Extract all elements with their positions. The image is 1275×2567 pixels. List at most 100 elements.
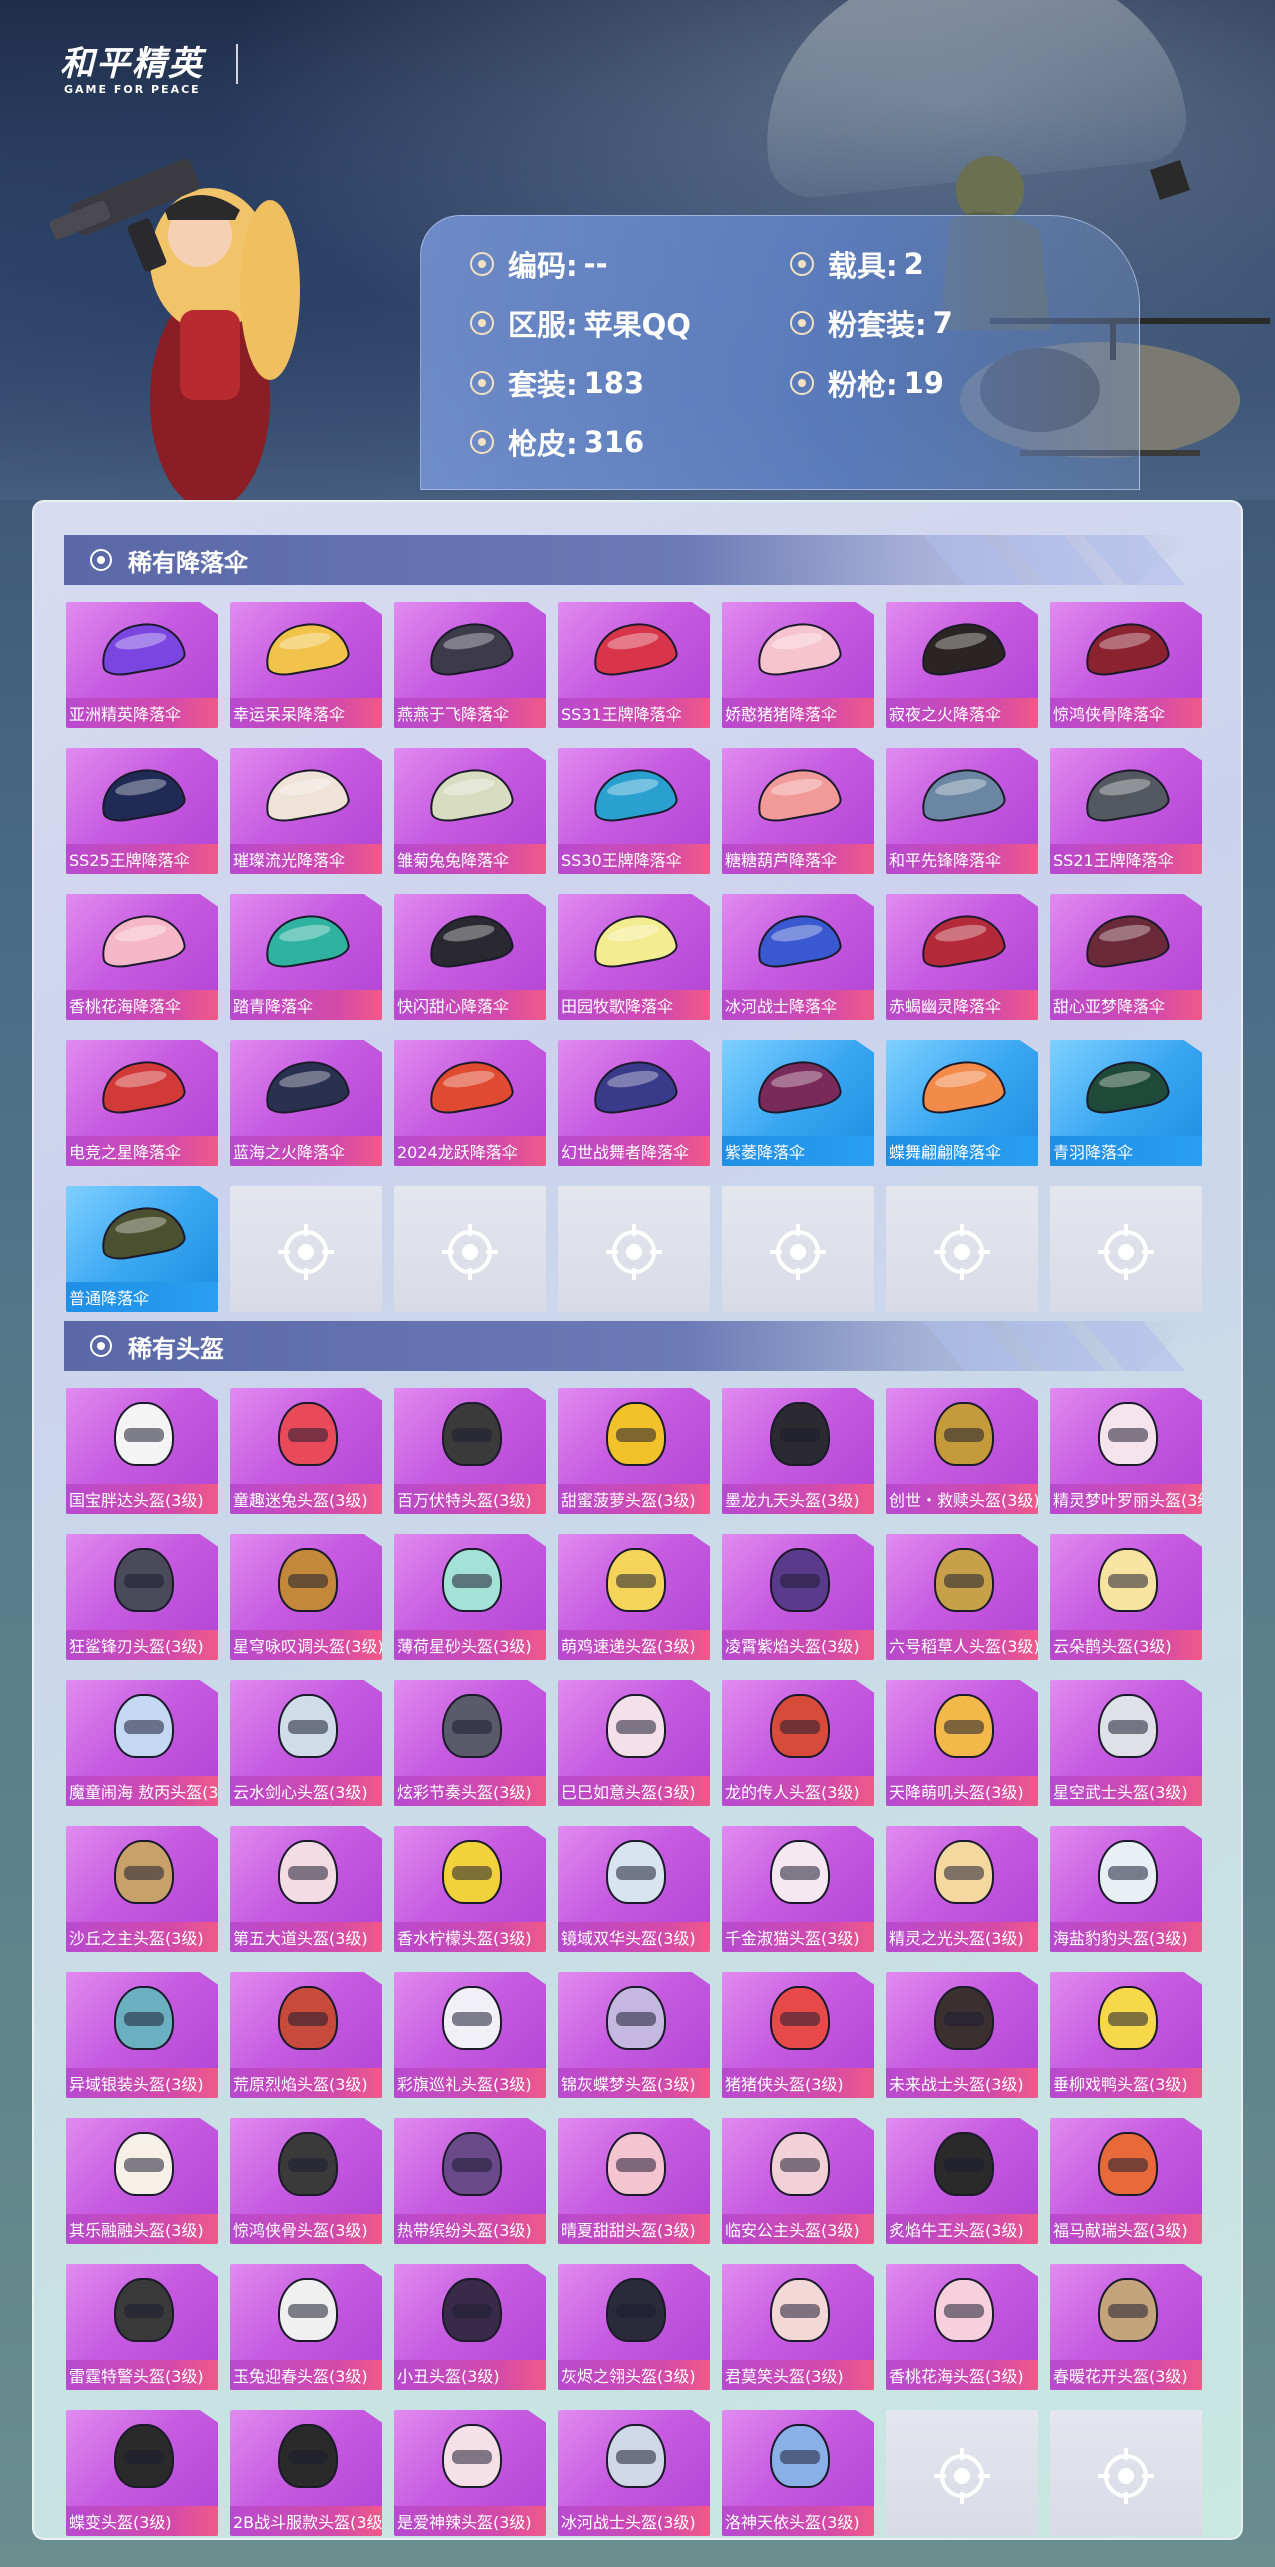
helmet-shape <box>278 1986 338 2050</box>
helmet-item-card[interactable]: 其乐融融头盔(3级) <box>66 2118 218 2244</box>
helmet-item-card[interactable]: 镜域双华头盔(3级) <box>558 1826 710 1952</box>
helmet-item-card[interactable]: 香水柠檬头盔(3级) <box>394 1826 546 1952</box>
helmet-item-card[interactable]: 精灵之光头盔(3级) <box>886 1826 1038 1952</box>
parachute-item-card[interactable]: SS25王牌降落伞 <box>66 748 218 874</box>
helmet-item-card[interactable]: 精灵梦叶罗丽头盔(3级) <box>1050 1388 1202 1514</box>
helmet-icon <box>748 1838 848 1906</box>
helmet-item-card[interactable]: 炙焰牛王头盔(3级) <box>886 2118 1038 2244</box>
helmet-item-card[interactable]: 临安公主头盔(3级) <box>722 2118 874 2244</box>
helmet-item-card[interactable]: 狂鲨锋刃头盔(3级) <box>66 1534 218 1660</box>
helmet-item-card[interactable]: 彩旗巡礼头盔(3级) <box>394 1972 546 2098</box>
helmet-item-card[interactable]: 惊鸿侠骨头盔(3级) <box>230 2118 382 2244</box>
helmet-item-card[interactable]: 香桃花海头盔(3级) <box>886 2264 1038 2390</box>
info-pink-outfits-label: 粉套装: <box>828 308 927 342</box>
helmet-item-card[interactable]: 海盐豹豹头盔(3级) <box>1050 1826 1202 1952</box>
parachute-item-card[interactable]: 寂夜之火降落伞 <box>886 602 1038 728</box>
helmet-item-card[interactable]: 天降萌叽头盔(3级) <box>886 1680 1038 1806</box>
parachute-item-card[interactable]: 幻世战舞者降落伞 <box>558 1040 710 1166</box>
helmet-shape <box>770 2132 830 2196</box>
helmet-shape <box>114 1402 174 1466</box>
helmet-icon <box>420 2422 520 2490</box>
helmet-item-name: 蝶变头盔(3级) <box>66 2506 218 2536</box>
parachute-item-card[interactable]: 赤蝎幽灵降落伞 <box>886 894 1038 1020</box>
parachute-item-card[interactable]: 踏青降落伞 <box>230 894 382 1020</box>
helmet-item-card[interactable]: 灰烬之翎头盔(3级) <box>558 2264 710 2390</box>
helmet-item-card[interactable]: 云水剑心头盔(3级) <box>230 1680 382 1806</box>
parachute-item-card[interactable]: 蝶舞翩翩降落伞 <box>886 1040 1038 1166</box>
helmet-item-card[interactable]: 星穹咏叹调头盔(3级) <box>230 1534 382 1660</box>
helmet-item-card[interactable]: 云朵鹊头盔(3级) <box>1050 1534 1202 1660</box>
parachute-item-card[interactable]: 2024龙跃降落伞 <box>394 1040 546 1166</box>
helmet-item-card[interactable]: 玉兔迎春头盔(3级) <box>230 2264 382 2390</box>
helmet-item-card[interactable]: 春暖花开头盔(3级) <box>1050 2264 1202 2390</box>
parachute-item-card[interactable]: SS21王牌降落伞 <box>1050 748 1202 874</box>
helmet-item-card[interactable]: 2B战斗服款头盔(3级) <box>230 2410 382 2536</box>
helmet-item-card[interactable]: 雷霆特警头盔(3级) <box>66 2264 218 2390</box>
helmet-item-card[interactable]: 六号稻草人头盔(3级) <box>886 1534 1038 1660</box>
parachute-item-card[interactable]: 紫萎降落伞 <box>722 1040 874 1166</box>
helmet-item-card[interactable]: 锦灰蝶梦头盔(3级) <box>558 1972 710 2098</box>
parachute-item-card[interactable]: 糖糖葫芦降落伞 <box>722 748 874 874</box>
helmet-item-card[interactable]: 沙丘之主头盔(3级) <box>66 1826 218 1952</box>
parachute-item-card[interactable]: 田园牧歌降落伞 <box>558 894 710 1020</box>
parachute-item-card[interactable]: 雏菊兔兔降落伞 <box>394 748 546 874</box>
helmet-item-card[interactable]: 君莫笑头盔(3级) <box>722 2264 874 2390</box>
helmet-item-card[interactable]: 甜蜜菠萝头盔(3级) <box>558 1388 710 1514</box>
parachute-item-card[interactable]: 璀璨流光降落伞 <box>230 748 382 874</box>
helmet-item-card[interactable]: 百万伏特头盔(3级) <box>394 1388 546 1514</box>
helmet-item-card[interactable]: 晴夏甜甜头盔(3级) <box>558 2118 710 2244</box>
parachute-item-name: 青羽降落伞 <box>1050 1136 1202 1166</box>
helmet-item-name: 春暖花开头盔(3级) <box>1050 2360 1202 2390</box>
helmet-item-card[interactable]: 福马献瑞头盔(3级) <box>1050 2118 1202 2244</box>
parachute-item-card[interactable]: 电竞之星降落伞 <box>66 1040 218 1166</box>
parachute-item-card[interactable]: 蓝海之火降落伞 <box>230 1040 382 1166</box>
helmet-item-card[interactable]: 萌鸡速递头盔(3级) <box>558 1534 710 1660</box>
helmet-item-card[interactable]: 千金淑猫头盔(3级) <box>722 1826 874 1952</box>
helmet-item-card[interactable]: 星空武士头盔(3级) <box>1050 1680 1202 1806</box>
helmet-item-card[interactable]: 异域银装头盔(3级) <box>66 1972 218 2098</box>
helmet-item-card[interactable]: 洛神天依头盔(3级) <box>722 2410 874 2536</box>
helmet-item-card[interactable]: 童趣迷兔头盔(3级) <box>230 1388 382 1514</box>
parachute-item-card[interactable]: 和平先锋降落伞 <box>886 748 1038 874</box>
parachute-item-name: 燕燕于飞降落伞 <box>394 698 546 728</box>
helmet-item-name: 异域银装头盔(3级) <box>66 2068 218 2098</box>
helmet-item-card[interactable]: 垂柳戏鸭头盔(3级) <box>1050 1972 1202 2098</box>
helmet-item-card[interactable]: 国宝胖达头盔(3级) <box>66 1388 218 1514</box>
helmet-item-card[interactable]: 未来战士头盔(3级) <box>886 1972 1038 2098</box>
parachute-item-card[interactable]: 普通降落伞 <box>66 1186 218 1312</box>
parachute-item-card[interactable]: 燕燕于飞降落伞 <box>394 602 546 728</box>
parachute-item-name: SS25王牌降落伞 <box>66 844 218 874</box>
helmet-item-card[interactable]: 是爱神辣头盔(3级) <box>394 2410 546 2536</box>
parachute-item-card[interactable]: 冰河战士降落伞 <box>722 894 874 1020</box>
helmet-icon <box>912 1692 1012 1760</box>
helmet-item-card[interactable]: 热带缤纷头盔(3级) <box>394 2118 546 2244</box>
parachute-item-card[interactable]: 青羽降落伞 <box>1050 1040 1202 1166</box>
helmet-item-name: 雷霆特警头盔(3级) <box>66 2360 218 2390</box>
parachute-icon <box>912 1052 1012 1120</box>
empty-slot-crosshair-icon <box>278 1224 334 1280</box>
helmet-item-card[interactable]: 墨龙九天头盔(3级) <box>722 1388 874 1514</box>
helmet-item-card[interactable]: 薄荷星砂头盔(3级) <box>394 1534 546 1660</box>
parachute-item-card[interactable]: 香桃花海降落伞 <box>66 894 218 1020</box>
parachute-item-card[interactable]: SS31王牌降落伞 <box>558 602 710 728</box>
helmet-item-card[interactable]: 第五大道头盔(3级) <box>230 1826 382 1952</box>
helmet-item-card[interactable]: 猪猪侠头盔(3级) <box>722 1972 874 2098</box>
parachute-item-card[interactable]: SS30王牌降落伞 <box>558 748 710 874</box>
helmet-item-card[interactable]: 炫彩节奏头盔(3级) <box>394 1680 546 1806</box>
helmet-item-card[interactable]: 魔童闹海 敖丙头盔(3级) <box>66 1680 218 1806</box>
helmet-item-card[interactable]: 荒原烈焰头盔(3级) <box>230 1972 382 2098</box>
parachute-icon <box>256 906 356 974</box>
helmet-item-card[interactable]: 蝶变头盔(3级) <box>66 2410 218 2536</box>
helmet-item-card[interactable]: 凌霄紫焰头盔(3级) <box>722 1534 874 1660</box>
helmet-item-card[interactable]: 创世・救赎头盔(3级) <box>886 1388 1038 1514</box>
parachute-item-card[interactable]: 惊鸿侠骨降落伞 <box>1050 602 1202 728</box>
helmet-item-card[interactable]: 巳巳如意头盔(3级) <box>558 1680 710 1806</box>
helmet-item-card[interactable]: 冰河战士头盔(3级) <box>558 2410 710 2536</box>
parachute-item-card[interactable]: 幸运呆呆降落伞 <box>230 602 382 728</box>
parachute-item-card[interactable]: 快闪甜心降落伞 <box>394 894 546 1020</box>
parachute-item-card[interactable]: 娇憨猪猪降落伞 <box>722 602 874 728</box>
helmet-item-card[interactable]: 小丑头盔(3级) <box>394 2264 546 2390</box>
parachute-item-card[interactable]: 亚洲精英降落伞 <box>66 602 218 728</box>
parachute-item-card[interactable]: 甜心亚梦降落伞 <box>1050 894 1202 1020</box>
helmet-item-card[interactable]: 龙的传人头盔(3级) <box>722 1680 874 1806</box>
